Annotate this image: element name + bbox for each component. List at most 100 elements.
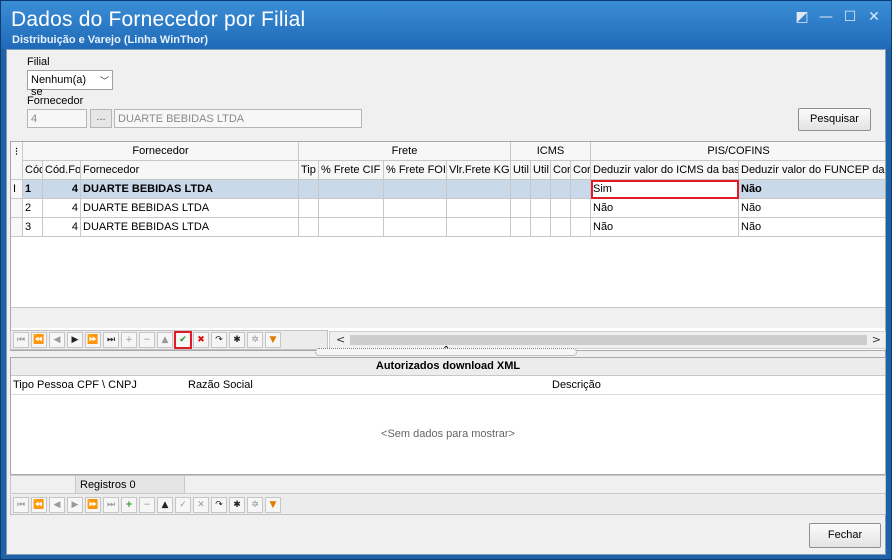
edit-icon[interactable]: ▲ — [157, 496, 173, 513]
column-header-fornecedor[interactable]: Fornecedor — [81, 161, 299, 180]
insert-plus-icon[interactable]: + — [121, 496, 137, 513]
next-page-icon[interactable]: ⏩ — [85, 332, 101, 348]
close-icon[interactable]: ✕ — [865, 9, 883, 25]
next-page-icon[interactable]: ⏩ — [85, 496, 101, 513]
cell-util-1[interactable] — [511, 218, 531, 237]
cell-codfor[interactable]: 4 — [43, 180, 81, 199]
cancel-x-icon[interactable]: ✖ — [193, 332, 209, 348]
column-header-frete-cif[interactable]: % Frete CIF — [319, 161, 384, 180]
filial-select[interactable]: Nenhum(a) se ﹀ — [27, 70, 113, 98]
scroll-left-icon[interactable]: < — [336, 333, 345, 346]
column-header-frete-fob[interactable]: % Frete FOI — [384, 161, 447, 180]
asterisk-outline-icon[interactable]: ✲ — [247, 496, 263, 513]
cell-deduzir-funcep[interactable]: Não — [739, 180, 885, 199]
column-header-descricao[interactable]: Descrição — [552, 379, 601, 391]
search-button[interactable]: Pesquisar — [798, 108, 871, 131]
fornecedor-name-field[interactable]: DUARTE BEBIDAS LTDA — [114, 109, 362, 128]
cell-tip[interactable] — [299, 218, 319, 237]
delete-icon[interactable]: − — [139, 332, 155, 348]
column-header-tipo-pessoa[interactable]: Tipo Pessoa — [13, 379, 74, 391]
column-header-tip[interactable]: Tip — [299, 161, 319, 180]
cell-cor-2[interactable] — [571, 199, 591, 218]
edit-icon[interactable]: ▲ — [157, 332, 173, 348]
cell-vlr-frete-kg[interactable] — [447, 199, 511, 218]
cell-util-2[interactable] — [531, 218, 551, 237]
panel-splitter[interactable]: ⌃ — [315, 345, 577, 356]
last-icon[interactable]: ⏭ — [103, 332, 119, 348]
cell-cod[interactable]: 1 — [23, 180, 43, 199]
cell-cod[interactable]: 3 — [23, 218, 43, 237]
refresh-icon[interactable]: ↷ — [211, 496, 227, 513]
column-header-codfor[interactable]: Cód.Fo — [43, 161, 81, 180]
column-header-util-1[interactable]: Util — [511, 161, 531, 180]
cell-codfor[interactable]: 4 — [43, 199, 81, 218]
first-icon[interactable]: ⏮ — [13, 332, 29, 348]
cell-deduzir-funcep[interactable]: Não — [739, 199, 885, 218]
minimize-icon[interactable]: — — [817, 9, 835, 25]
scroll-right-icon[interactable]: > — [872, 333, 881, 346]
cell-cor-2[interactable] — [571, 218, 591, 237]
column-header-vlr-frete-kg[interactable]: Vlr.Frete KG — [447, 161, 511, 180]
cell-vlr-frete-kg[interactable] — [447, 218, 511, 237]
horizontal-scrollbar[interactable]: < > — [329, 331, 886, 349]
filter-icon[interactable]: ▼ — [265, 332, 281, 348]
column-header-deduzir-icms[interactable]: Deduzir valor do ICMS da bas — [591, 161, 739, 180]
cell-fornecedor[interactable]: DUARTE BEBIDAS LTDA — [81, 199, 299, 218]
fornecedor-code-field[interactable]: 4 — [27, 109, 87, 128]
cell-deduzir-icms-editing[interactable]: Sim — [591, 180, 739, 199]
asterisk-outline-icon[interactable]: ✲ — [247, 332, 263, 348]
asterisk-icon[interactable]: ✱ — [229, 496, 245, 513]
cancel-x-icon[interactable]: ✕ — [193, 496, 209, 513]
close-button[interactable]: Fechar — [809, 523, 881, 548]
cell-cor-1[interactable] — [551, 199, 571, 218]
cell-frete-fob[interactable] — [384, 180, 447, 199]
asterisk-icon[interactable]: ✱ — [229, 332, 245, 348]
column-chooser-icon[interactable]: ⁝ — [11, 142, 23, 180]
cell-frete-cif[interactable] — [319, 218, 384, 237]
cell-cor-2[interactable] — [571, 180, 591, 199]
cell-frete-cif[interactable] — [319, 199, 384, 218]
cell-cor-1[interactable] — [551, 180, 571, 199]
cell-frete-cif[interactable] — [319, 180, 384, 199]
cell-tip[interactable] — [299, 180, 319, 199]
prev-icon[interactable]: ◀ — [49, 332, 65, 348]
delete-icon[interactable]: − — [139, 496, 155, 513]
cell-frete-fob[interactable] — [384, 218, 447, 237]
prev-icon[interactable]: ◀ — [49, 496, 65, 513]
post-check-icon[interactable]: ✔ — [174, 331, 192, 349]
filter-icon[interactable]: ▼ — [265, 496, 281, 513]
column-header-deduzir-funcep[interactable]: Deduzir valor do FUNCEP da b — [739, 161, 885, 180]
restore-layout-icon[interactable]: ◩ — [793, 9, 811, 25]
column-header-cor-2[interactable]: Cor — [571, 161, 591, 180]
cell-cod[interactable]: 2 — [23, 199, 43, 218]
next-icon[interactable]: ▶ — [67, 496, 83, 513]
cell-util-2[interactable] — [531, 180, 551, 199]
prev-page-icon[interactable]: ⏪ — [31, 496, 47, 513]
cell-deduzir-funcep[interactable]: Não — [739, 218, 885, 237]
insert-icon[interactable]: + — [121, 332, 137, 348]
column-header-util-2[interactable]: Util — [531, 161, 551, 180]
cell-tip[interactable] — [299, 199, 319, 218]
cell-codfor[interactable]: 4 — [43, 218, 81, 237]
cell-fornecedor[interactable]: DUARTE BEBIDAS LTDA — [81, 180, 299, 199]
first-icon[interactable]: ⏮ — [13, 496, 29, 513]
cell-frete-fob[interactable] — [384, 199, 447, 218]
next-icon[interactable]: ▶ — [67, 332, 83, 348]
post-check-icon[interactable]: ✓ — [175, 496, 191, 513]
column-header-cod[interactable]: Cód — [23, 161, 43, 180]
column-header-razao-social[interactable]: Razão Social — [188, 379, 253, 391]
scroll-thumb[interactable] — [350, 335, 867, 345]
maximize-icon[interactable]: ☐ — [841, 9, 859, 25]
cell-cor-1[interactable] — [551, 218, 571, 237]
fornecedor-lookup-button[interactable]: ... — [90, 109, 112, 128]
cell-util-1[interactable] — [511, 180, 531, 199]
cell-util-1[interactable] — [511, 199, 531, 218]
chevron-up-icon[interactable]: ⌃ — [442, 345, 450, 356]
cell-fornecedor[interactable]: DUARTE BEBIDAS LTDA — [81, 218, 299, 237]
column-header-cor-1[interactable]: Cor — [551, 161, 571, 180]
last-icon[interactable]: ⏭ — [103, 496, 119, 513]
cell-vlr-frete-kg[interactable] — [447, 180, 511, 199]
column-header-cpf-cnpj[interactable]: CPF \ CNPJ — [77, 379, 137, 391]
prev-page-icon[interactable]: ⏪ — [31, 332, 47, 348]
refresh-icon[interactable]: ↷ — [211, 332, 227, 348]
